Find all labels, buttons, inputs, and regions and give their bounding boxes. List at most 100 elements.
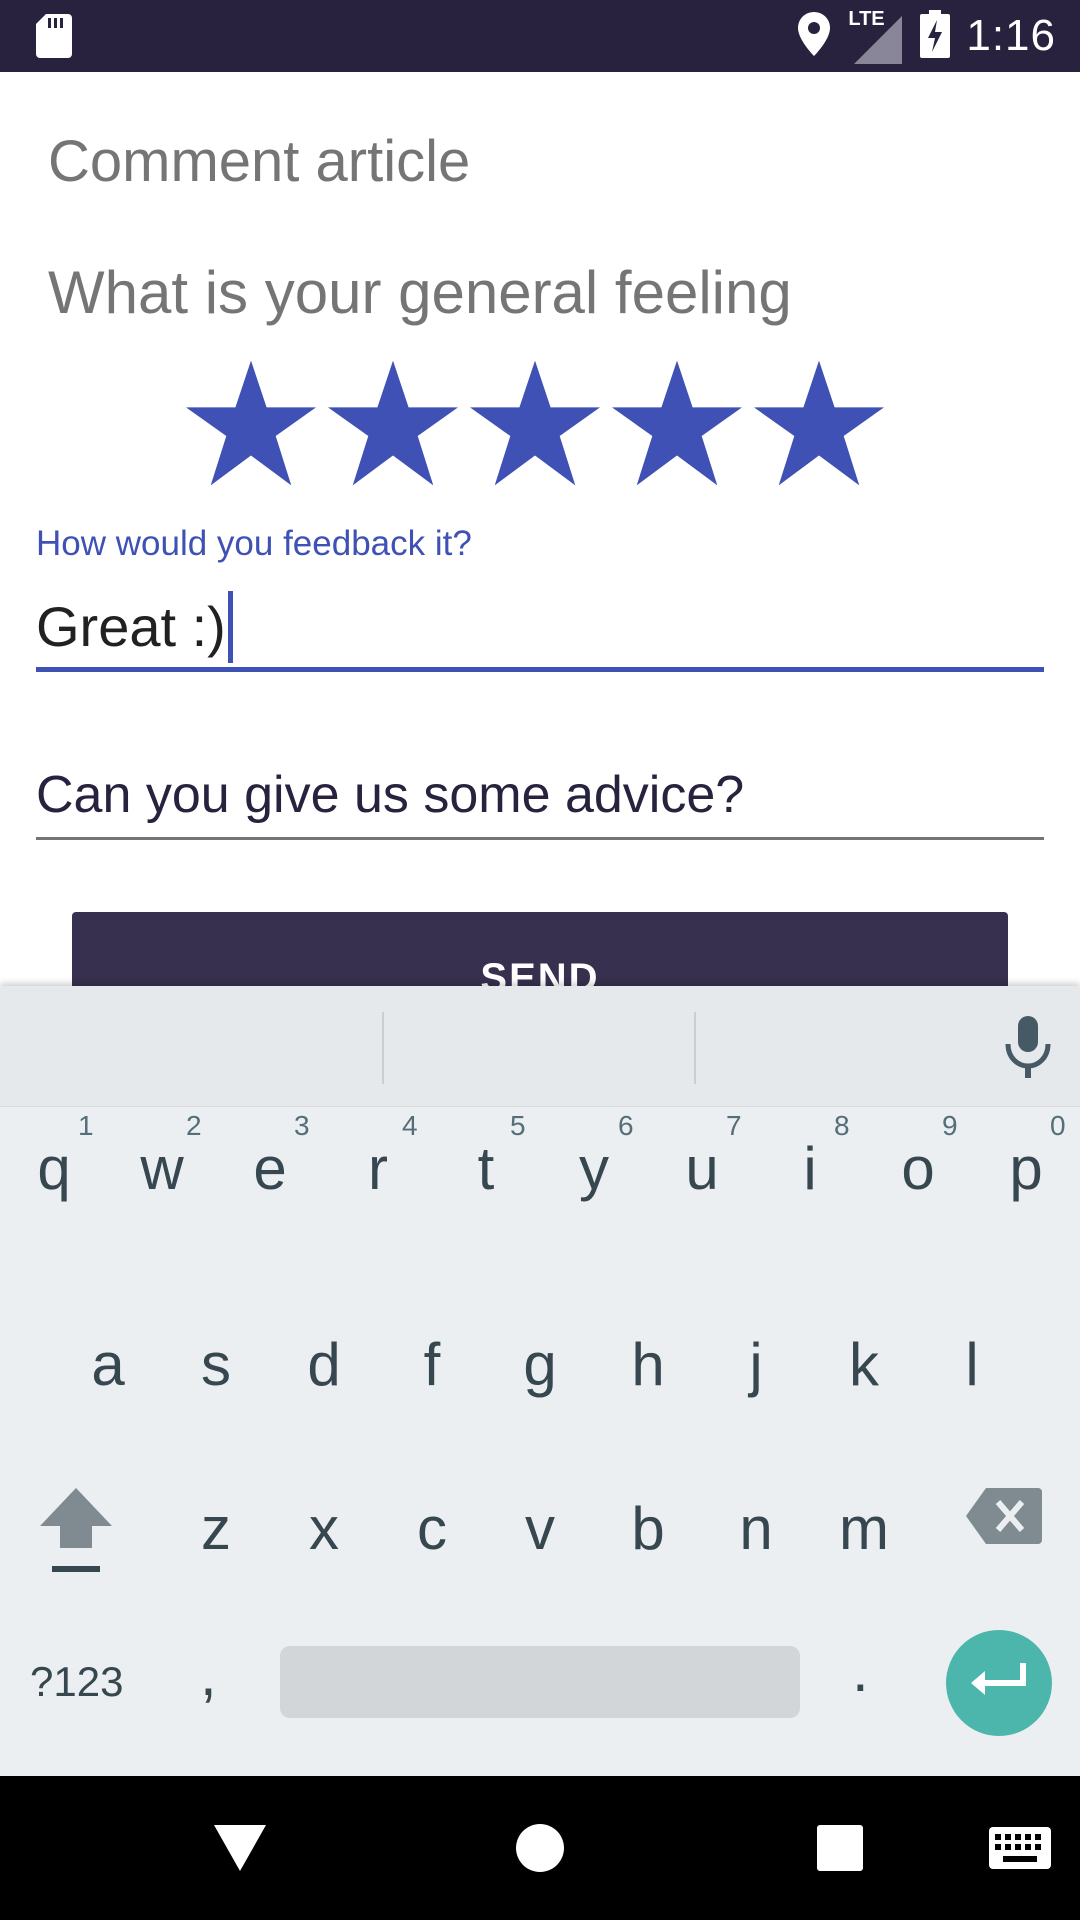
period-key[interactable]: . [852, 1636, 869, 1705]
keyboard-switch-icon[interactable] [970, 1776, 1070, 1920]
key-letter: v [525, 1495, 555, 1562]
page-title: Comment article [48, 129, 471, 194]
key-y[interactable]: y6 [540, 1110, 648, 1234]
key-letter: f [423, 1331, 441, 1398]
key-letter: z [201, 1495, 231, 1562]
suggestion-divider [694, 1012, 696, 1084]
key-hint: 7 [726, 1110, 742, 1141]
key-q[interactable]: q1 [0, 1110, 108, 1234]
key-letter: h [631, 1331, 665, 1398]
key-hint: 3 [294, 1110, 310, 1141]
key-l[interactable]: l [918, 1330, 1026, 1430]
feeling-question: What is your general feeling [48, 259, 792, 326]
star-icon[interactable] [754, 360, 896, 486]
symbols-key[interactable]: ?123 [30, 1658, 123, 1706]
suggestion-divider [382, 1012, 384, 1084]
key-letter: e [253, 1135, 287, 1202]
suggestion-strip [0, 986, 1080, 1107]
key-b[interactable]: b [594, 1494, 702, 1594]
battery-charging-icon [920, 9, 951, 63]
key-e[interactable]: e3 [216, 1110, 324, 1234]
key-letter: c [417, 1495, 447, 1562]
text-cursor [227, 590, 233, 663]
comma-key[interactable]: , [200, 1640, 217, 1709]
key-g[interactable]: g [486, 1330, 594, 1430]
star-rating[interactable] [186, 360, 896, 486]
key-letter: r [368, 1135, 388, 1202]
key-j[interactable]: j [702, 1330, 810, 1430]
key-h[interactable]: h [594, 1330, 702, 1430]
space-key[interactable] [280, 1646, 800, 1718]
key-hint: 4 [402, 1110, 418, 1141]
key-a[interactable]: a [54, 1330, 162, 1430]
key-letter: b [631, 1495, 665, 1562]
key-hint: 8 [834, 1110, 850, 1141]
key-letter: a [91, 1331, 125, 1398]
key-letter: k [849, 1331, 879, 1398]
key-p[interactable]: p0 [972, 1110, 1080, 1234]
key-letter: p [1009, 1135, 1043, 1202]
key-hint: 1 [78, 1110, 94, 1141]
key-letter: j [749, 1331, 763, 1398]
status-icons: LTE 1:16 [782, 0, 1056, 72]
key-r[interactable]: r4 [324, 1110, 432, 1234]
key-k[interactable]: k [810, 1330, 918, 1430]
key-letter: s [201, 1331, 231, 1398]
recents-icon[interactable] [790, 1776, 890, 1920]
feedback-field[interactable]: Great :) [36, 586, 1044, 672]
key-letter: w [140, 1135, 184, 1202]
enter-icon [969, 1661, 1029, 1706]
key-letter: l [965, 1331, 979, 1398]
key-x[interactable]: x [270, 1494, 378, 1594]
key-i[interactable]: i8 [756, 1110, 864, 1234]
navigation-bar [0, 1776, 1080, 1920]
key-letter: n [739, 1495, 773, 1562]
enter-key[interactable] [946, 1630, 1052, 1736]
key-letter: d [307, 1331, 341, 1398]
feedback-label: How would you feedback it? [36, 524, 472, 563]
key-letter: o [901, 1135, 935, 1202]
location-icon [798, 11, 831, 61]
signal-icon: LTE [846, 8, 904, 64]
status-bar: LTE 1:16 [0, 0, 1080, 72]
key-hint: 6 [618, 1110, 634, 1141]
sd-card-icon [36, 14, 72, 63]
key-v[interactable]: v [486, 1494, 594, 1594]
key-letter: i [803, 1135, 817, 1202]
key-hint: 5 [510, 1110, 526, 1141]
key-letter: u [685, 1135, 719, 1202]
microphone-icon[interactable] [1004, 1016, 1052, 1083]
key-letter: g [523, 1331, 557, 1398]
key-letter: y [579, 1135, 609, 1202]
key-u[interactable]: u7 [648, 1110, 756, 1234]
star-icon[interactable] [470, 360, 612, 486]
key-m[interactable]: m [810, 1494, 918, 1594]
key-s[interactable]: s [162, 1330, 270, 1430]
key-c[interactable]: c [378, 1494, 486, 1594]
star-icon[interactable] [186, 360, 328, 486]
key-f[interactable]: f [378, 1330, 486, 1430]
key-o[interactable]: o9 [864, 1110, 972, 1234]
key-hint: 2 [186, 1110, 202, 1141]
star-icon[interactable] [612, 360, 754, 486]
shift-icon[interactable] [36, 1486, 116, 1581]
clock: 1:16 [966, 11, 1056, 60]
advice-field[interactable]: Can you give us some advice? [36, 752, 1044, 840]
key-t[interactable]: t5 [432, 1110, 540, 1234]
key-letter: t [477, 1135, 495, 1202]
key-letter: m [839, 1495, 889, 1562]
key-w[interactable]: w2 [108, 1110, 216, 1234]
feedback-value: Great :) [36, 595, 226, 658]
key-d[interactable]: d [270, 1330, 378, 1430]
key-letter: q [37, 1135, 71, 1202]
home-icon[interactable] [490, 1776, 590, 1920]
star-icon[interactable] [328, 360, 470, 486]
key-hint: 9 [942, 1110, 958, 1141]
key-n[interactable]: n [702, 1494, 810, 1594]
advice-placeholder: Can you give us some advice? [36, 765, 745, 824]
backspace-icon[interactable] [966, 1488, 1042, 1549]
key-hint: 0 [1050, 1110, 1066, 1141]
back-icon[interactable] [190, 1776, 290, 1920]
key-z[interactable]: z [162, 1494, 270, 1594]
key-letter: x [309, 1495, 339, 1562]
